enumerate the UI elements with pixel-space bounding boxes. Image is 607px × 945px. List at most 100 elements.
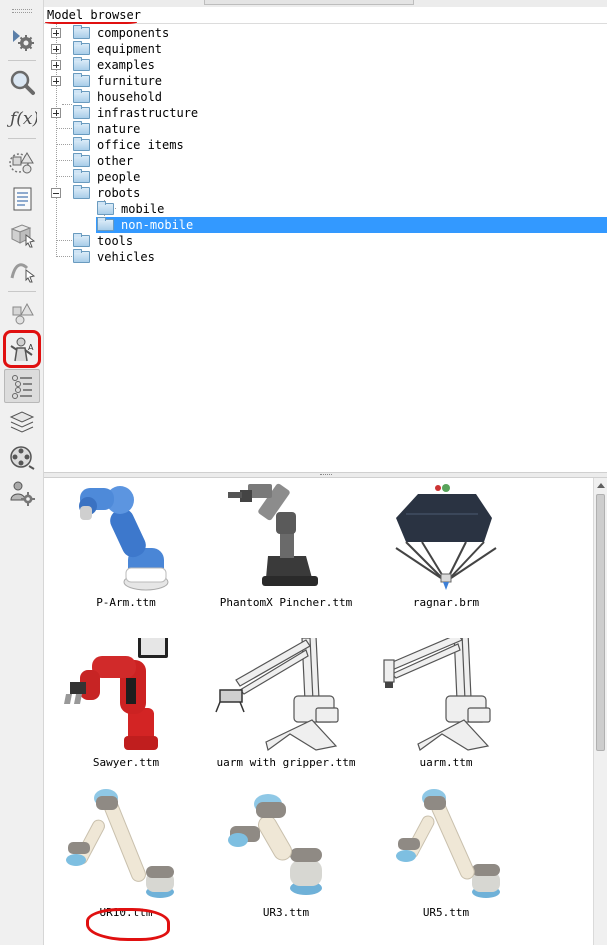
simulation-settings-button[interactable] <box>4 22 40 56</box>
model-thumbnail[interactable]: UR10.ttm <box>46 788 206 938</box>
ragnar-delta-robot-image <box>395 484 497 590</box>
selection-cube-icon <box>10 224 36 248</box>
ur10-robot-image <box>66 789 174 898</box>
selection-button[interactable] <box>4 217 40 251</box>
tree-item-label: office items <box>97 138 184 152</box>
model-name: PhantomX Pincher.ttm <box>219 596 353 609</box>
toolbar-grip[interactable] <box>12 9 32 13</box>
folder-icon <box>73 73 90 87</box>
p-arm-robot-image <box>79 486 169 591</box>
shapes-button[interactable] <box>4 145 40 179</box>
folder-icon <box>73 105 90 119</box>
model-thumbnail[interactable]: UR5.ttm <box>366 788 526 938</box>
model-name: Sawyer.ttm <box>92 756 160 769</box>
function-fx-icon: ƒ(x) <box>7 109 37 129</box>
tree-item-components[interactable]: components <box>44 25 607 41</box>
uarm-robot-image <box>383 638 491 751</box>
tree-item-label: furniture <box>97 74 163 88</box>
model-folder-tree: components equipment examples furniture … <box>44 24 607 472</box>
tree-item-label: mobile <box>121 202 165 216</box>
ur3-robot-image <box>228 794 322 895</box>
top-tab[interactable] <box>204 0 414 5</box>
model-name: UR10.ttm <box>99 906 153 919</box>
tree-item-mobile[interactable]: mobile <box>44 201 607 217</box>
scroll-up-icon[interactable] <box>597 483 605 488</box>
script-button[interactable] <box>4 182 40 216</box>
model-name: uarm with gripper.ttm <box>216 756 356 769</box>
folder-icon <box>97 217 114 231</box>
model-name: P-Arm.ttm <box>96 596 156 609</box>
tree-item-infrastructure[interactable]: infrastructure <box>44 105 607 121</box>
model-thumbnail[interactable]: uarm.ttm <box>366 638 526 788</box>
toolbar-separator <box>8 60 36 61</box>
tree-item-vehicles[interactable]: vehicles <box>44 249 607 265</box>
expand-toggle[interactable] <box>51 76 61 86</box>
model-thumbnail[interactable]: PhantomX Pincher.ttm <box>206 478 366 628</box>
hierarchy-button[interactable] <box>4 369 40 403</box>
tree-item-household[interactable]: household <box>44 89 607 105</box>
tree-item-label: robots <box>97 186 141 200</box>
tree-item-label: equipment <box>97 42 163 56</box>
model-thumbnail[interactable]: P-Arm.ttm <box>46 478 206 628</box>
tree-item-examples[interactable]: examples <box>44 57 607 73</box>
tree-item-non-mobile[interactable]: non-mobile <box>44 217 607 233</box>
folder-icon <box>73 233 90 247</box>
tree-item-nature[interactable]: nature <box>44 121 607 137</box>
model-name: UR3.ttm <box>262 906 310 919</box>
tree-item-tools[interactable]: tools <box>44 233 607 249</box>
tree-item-label: nature <box>97 122 141 136</box>
thumbnail-scrollbar[interactable] <box>593 478 607 945</box>
folder-icon <box>73 137 90 151</box>
expand-toggle[interactable] <box>51 108 61 118</box>
path-button[interactable] <box>4 252 40 286</box>
hierarchy-list-icon <box>12 375 32 399</box>
folder-icon <box>73 41 90 55</box>
tree-item-label: other <box>97 154 134 168</box>
model-thumbnail[interactable]: Sawyer.ttm <box>46 638 206 788</box>
video-recorder-button[interactable] <box>4 440 40 474</box>
model-browser-header: Model browser <box>44 7 607 25</box>
sawyer-robot-image <box>64 638 168 750</box>
left-toolbar: ƒ(x) A <box>0 0 44 945</box>
tree-item-label: people <box>97 170 141 184</box>
tree-item-other[interactable]: other <box>44 153 607 169</box>
folder-icon <box>73 185 90 199</box>
tree-item-label: examples <box>97 58 155 72</box>
model-thumbnail[interactable]: UR3.ttm <box>206 788 366 938</box>
user-settings-button[interactable] <box>4 476 40 510</box>
folder-icon <box>73 57 90 71</box>
folder-icon <box>73 89 90 103</box>
model-browser-button[interactable]: A <box>4 332 40 366</box>
expand-toggle[interactable] <box>51 28 61 38</box>
function-button[interactable]: ƒ(x) <box>4 100 40 134</box>
search-magnifier-icon <box>10 70 35 95</box>
expand-toggle[interactable] <box>51 44 61 54</box>
scrollbar-thumb[interactable] <box>596 494 605 751</box>
tree-item-furniture[interactable]: furniture <box>44 73 607 89</box>
tree-item-label: components <box>97 26 170 40</box>
model-thumbnail[interactable]: ragnar.brm <box>366 478 526 628</box>
folder-icon <box>73 153 90 167</box>
model-thumbnail[interactable]: uarm with gripper.ttm <box>206 638 366 788</box>
splitter-grip[interactable] <box>320 474 332 476</box>
folder-icon <box>97 201 114 215</box>
tree-item-label: infrastructure <box>97 106 199 120</box>
search-button[interactable] <box>4 65 40 99</box>
tree-item-people[interactable]: people <box>44 169 607 185</box>
model-name: uarm.ttm <box>419 756 473 769</box>
model-thumbnail-grid: P-Arm.ttm PhantomX Pincher.ttm ragnar.br… <box>44 478 593 945</box>
tree-item-robots[interactable]: robots <box>44 185 607 201</box>
path-curve-icon <box>10 263 36 283</box>
tree-item-equipment[interactable]: equipment <box>44 41 607 57</box>
tree-item-label: vehicles <box>97 250 155 264</box>
tree-item-label: tools <box>97 234 134 248</box>
folder-icon <box>73 249 90 263</box>
scene-objects-button[interactable] <box>4 296 40 330</box>
expand-toggle[interactable] <box>51 60 61 70</box>
tree-item-office-items[interactable]: office items <box>44 137 607 153</box>
collapse-toggle[interactable] <box>51 188 61 198</box>
scene-objects-icon <box>12 302 34 325</box>
top-strip <box>44 0 607 7</box>
layers-button[interactable] <box>4 405 40 439</box>
uarm-with-gripper-image <box>215 638 339 752</box>
